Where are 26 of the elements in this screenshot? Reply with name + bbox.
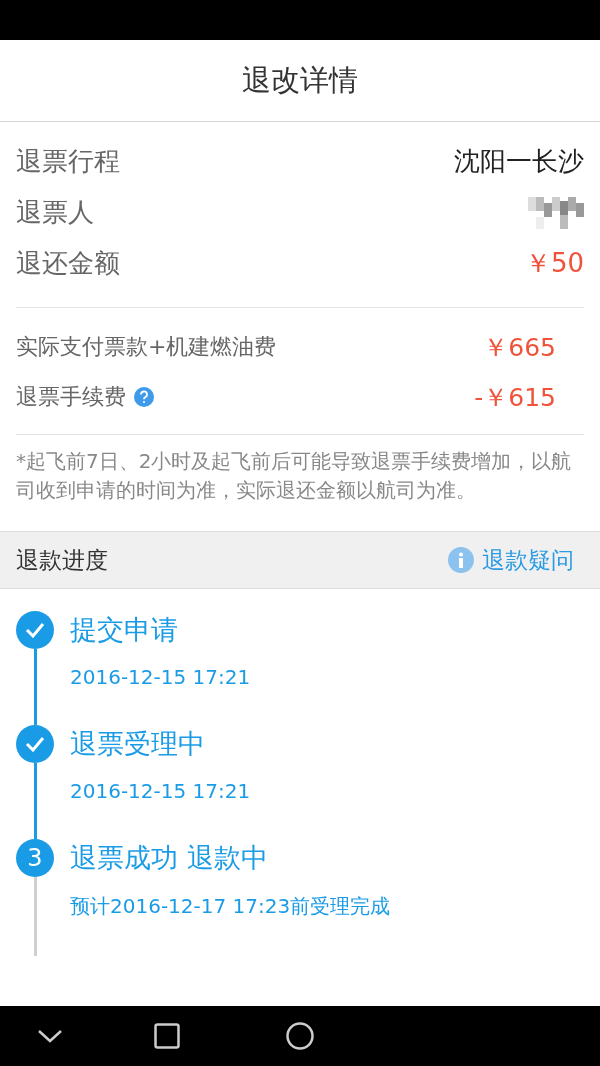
step-time: 预计2016-12-17 17:23前受理完成 [70,893,392,920]
fee-amount: ￥665 [483,331,557,364]
step-time: 2016-12-15 17:21 [70,664,252,691]
home-icon[interactable] [286,1022,314,1050]
help-icon[interactable] [134,387,154,407]
back-icon[interactable] [37,1028,63,1044]
step-title: 退票成功 退款中 [70,841,269,875]
blurred-name [528,196,584,229]
page-title: 退改详情 [242,61,358,99]
step-time: 2016-12-15 17:21 [70,778,252,805]
fee-label: 退票手续费 [16,383,126,411]
refund-amount: ￥50 [524,247,584,280]
section-title: 退款进度 [16,545,108,575]
step-title: 提交申请 [70,613,179,647]
field-label: 退还金额 [16,247,120,280]
step-number: 3 [16,839,54,877]
step-title: 退票受理中 [70,727,206,761]
field-label: 退票行程 [16,145,120,178]
info-icon [448,547,474,573]
trip-route: 沈阳一长沙 [454,145,584,178]
fee-label: 实际支付票款+机建燃油费 [16,333,277,361]
field-label: 退票人 [16,196,94,229]
refund-note: *起飞前7日、2小时及起飞前后可能导致退票手续费增加，以航司收到申请的时间为准，实际退还金额以航司为准。 [15,448,573,504]
recent-apps-icon[interactable] [154,1023,180,1049]
refund-question-link[interactable]: 退款疑问 [448,544,574,576]
fee-amount: -￥615 [474,381,557,414]
